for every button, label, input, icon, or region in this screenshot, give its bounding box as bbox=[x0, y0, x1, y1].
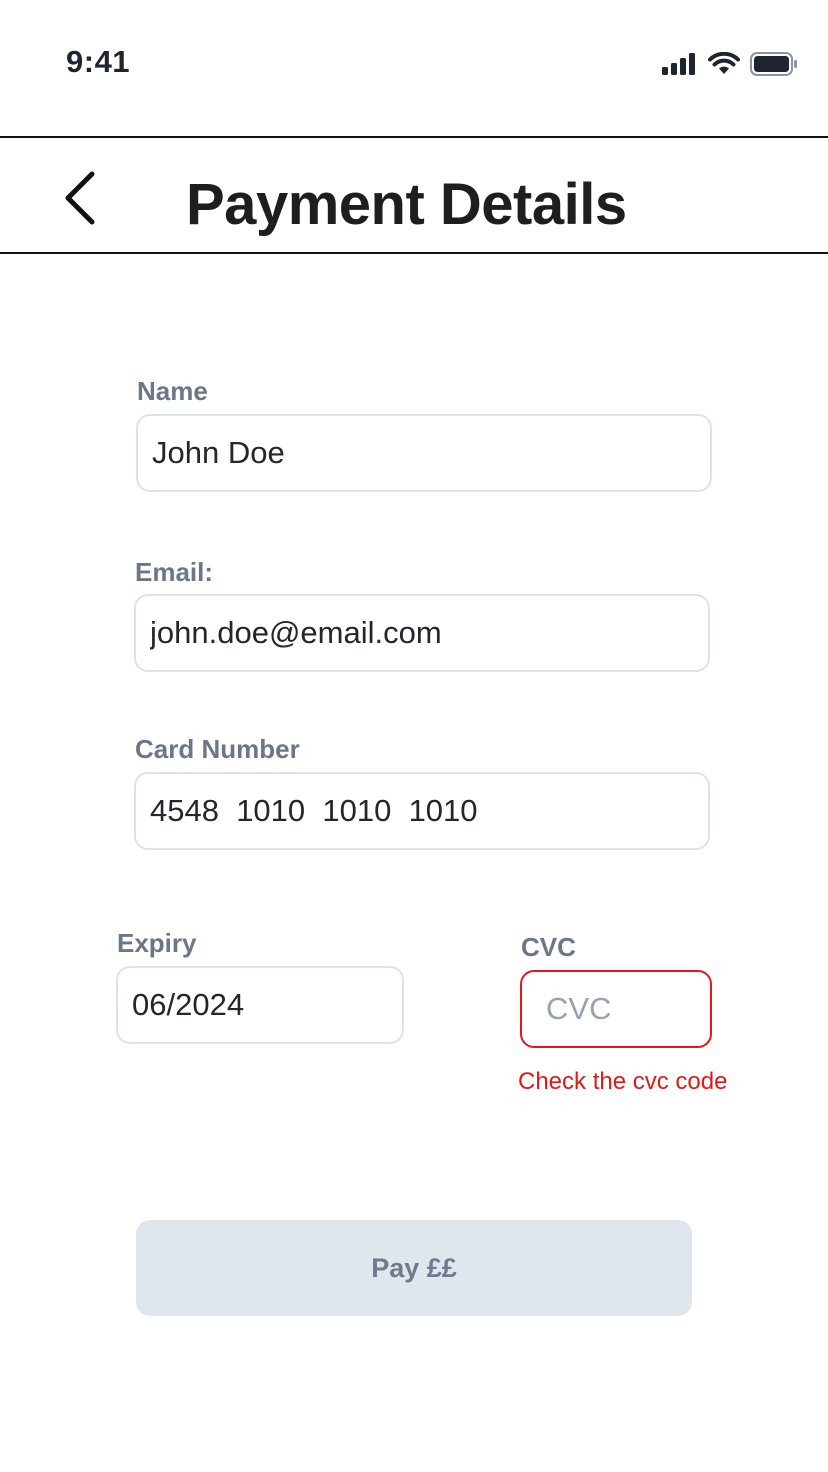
battery-icon bbox=[750, 52, 798, 81]
pay-button[interactable]: Pay ££ bbox=[136, 1220, 692, 1316]
status-icons bbox=[662, 51, 798, 81]
card-number-label: Card Number bbox=[135, 734, 300, 764]
chevron-left-icon bbox=[58, 171, 106, 236]
expiry-input[interactable] bbox=[116, 966, 404, 1044]
card-number-input[interactable] bbox=[134, 772, 710, 850]
page-title: Payment Details bbox=[186, 172, 627, 237]
status-bar: 9:41 bbox=[0, 0, 828, 136]
name-label: Name bbox=[137, 376, 208, 406]
cvc-error-message: Check the cvc code bbox=[518, 1068, 728, 1095]
cvc-input[interactable] bbox=[520, 970, 712, 1048]
email-label: Email: bbox=[135, 557, 214, 587]
back-button[interactable] bbox=[58, 168, 106, 232]
nav-bar: Payment Details bbox=[0, 136, 828, 254]
cvc-label: CVC bbox=[521, 932, 576, 962]
expiry-label: Expiry bbox=[117, 928, 197, 958]
status-time: 9:41 bbox=[66, 44, 131, 79]
cellular-signal-icon bbox=[662, 53, 698, 80]
name-input[interactable] bbox=[136, 414, 712, 492]
wifi-icon bbox=[708, 51, 740, 81]
email-input[interactable] bbox=[134, 594, 710, 672]
